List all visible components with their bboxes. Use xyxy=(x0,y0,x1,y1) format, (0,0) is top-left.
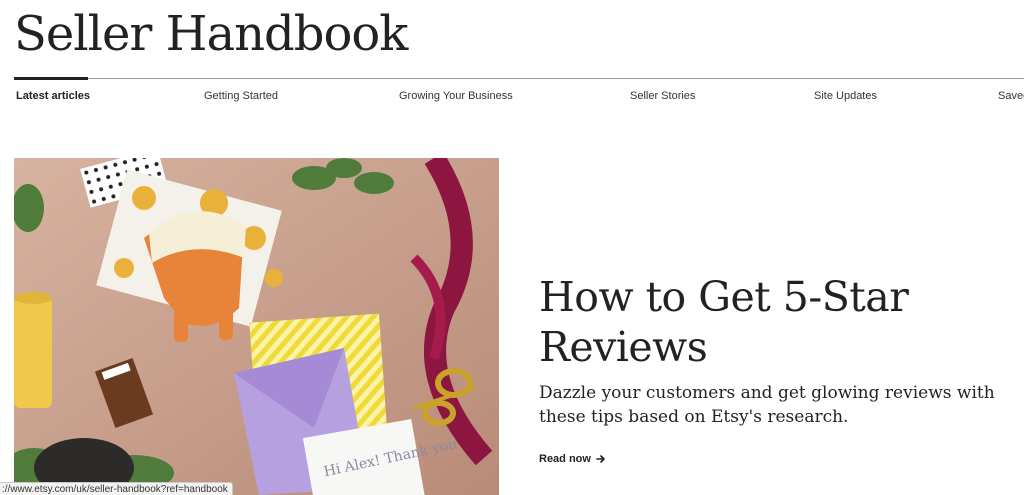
tab-seller-stories[interactable]: Seller Stories xyxy=(630,90,695,102)
tab-saved[interactable]: Saved xyxy=(998,90,1024,102)
tab-growing-your-business[interactable]: Growing Your Business xyxy=(399,90,513,102)
read-now-link[interactable]: Read now xyxy=(539,453,606,465)
nav-divider xyxy=(14,78,1024,79)
featured-article-headline[interactable]: How to Get 5-Star Reviews xyxy=(539,272,1009,372)
browser-status-bar: ://www.etsy.com/uk/seller-handbook?ref=h… xyxy=(0,482,233,495)
featured-article-summary: Dazzle your customers and get glowing re… xyxy=(539,383,995,427)
tab-getting-started[interactable]: Getting Started xyxy=(204,90,278,102)
page-title: Seller Handbook xyxy=(14,6,408,62)
tab-latest-articles[interactable]: Latest articles xyxy=(16,90,90,102)
nav-active-indicator xyxy=(14,77,88,80)
arrow-right-icon xyxy=(596,455,605,463)
read-now-label: Read now xyxy=(539,453,591,465)
featured-article-image[interactable]: Hi Alex! Thank you xyxy=(14,158,499,495)
tab-site-updates[interactable]: Site Updates xyxy=(814,90,877,102)
page: Seller Handbook Latest articles Getting … xyxy=(0,0,1024,495)
